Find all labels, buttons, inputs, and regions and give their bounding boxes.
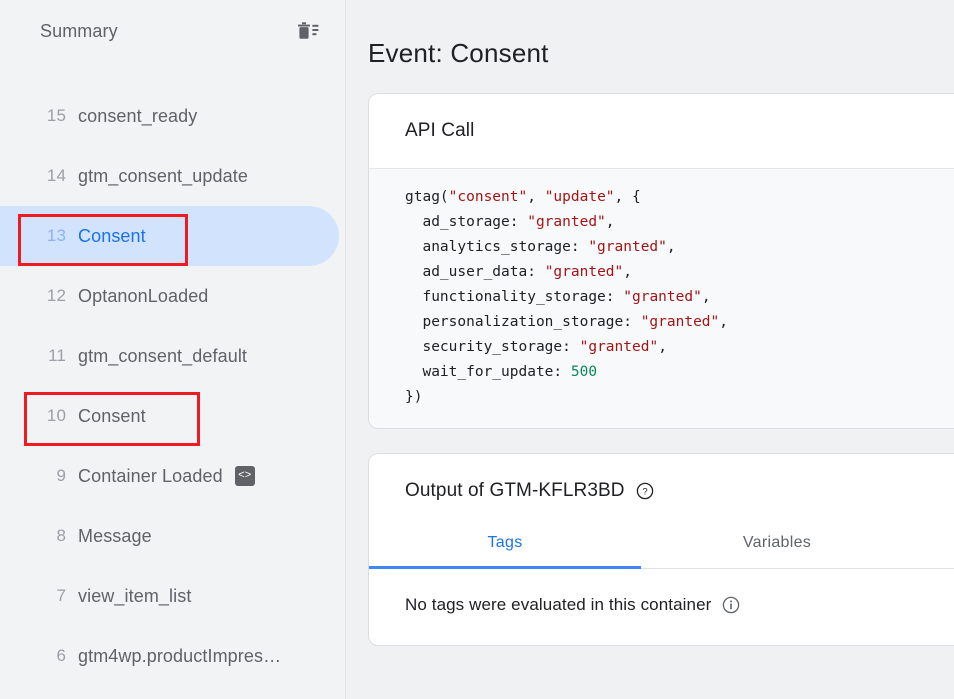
event-label: view_item_list [78,586,191,607]
event-label: Consent [78,226,146,247]
api-call-code: gtag("consent", "update", { ad_storage: … [405,185,954,410]
event-row[interactable]: 9 Container Loaded <> [0,446,345,506]
clear-trash-icon[interactable] [295,18,321,44]
event-number: 14 [24,166,66,186]
event-label: gtm4wp.productImpres… [78,646,281,667]
tab-tags[interactable]: Tags [369,524,641,568]
info-circle-icon[interactable] [722,596,740,614]
event-number: 15 [24,106,66,126]
api-call-code-block: gtag("consent", "update", { ad_storage: … [369,168,954,428]
event-number: 11 [24,346,66,366]
event-label: Container Loaded [78,466,223,487]
output-empty-message: No tags were evaluated in this container [405,595,711,615]
event-row[interactable]: 7 view_item_list [0,566,345,626]
code-brackets-icon[interactable]: <> [235,466,255,486]
event-number: 9 [24,466,66,486]
event-row[interactable]: 6 gtm4wp.productImpres… [0,626,345,686]
sidebar-title: Summary [40,21,295,42]
page-title: Event: Consent [368,38,954,69]
event-label: Consent [78,406,146,427]
event-label: gtm_consent_update [78,166,248,187]
output-card-title: Output of GTM-KFLR3BD [405,480,625,502]
event-label: OptanonLoaded [78,286,208,307]
svg-text:?: ? [642,487,647,498]
tab-variables[interactable]: Variables [641,524,913,568]
event-number: 7 [24,586,66,606]
event-row[interactable]: 12 OptanonLoaded [0,266,345,326]
event-list: 15 consent_ready 14 gtm_consent_update 13 Con… [0,62,345,686]
event-row[interactable]: 10 Consent [0,386,345,446]
gtm-preview-window: Summary 15 consent_ready 14 gtm_consent_upd… [0,0,954,699]
output-empty-state: No tags were evaluated in this container [369,569,954,645]
event-row[interactable]: 13 Consent [0,206,339,266]
sidebar-header: Summary [0,0,345,62]
event-number: 13 [24,226,66,246]
api-call-title: API Call [369,94,954,168]
event-number: 8 [24,526,66,546]
event-row[interactable]: 15 consent_ready [0,86,345,146]
api-call-card: API Call gtag("consent", "update", { ad_… [368,93,954,429]
output-card-header: Output of GTM-KFLR3BD ? [369,454,954,524]
event-row[interactable]: 11 gtm_consent_default [0,326,345,386]
help-circle-icon[interactable]: ? [636,482,654,500]
event-label: gtm_consent_default [78,346,247,367]
event-number: 12 [24,286,66,306]
output-card: Output of GTM-KFLR3BD ? Tags Variables N… [368,453,954,646]
event-row[interactable]: 14 gtm_consent_update [0,146,345,206]
event-number: 10 [24,406,66,426]
event-number: 6 [24,646,66,666]
event-row[interactable]: 8 Message [0,506,345,566]
main-panel: Event: Consent API Call gtag("consent", … [346,0,954,699]
output-tabs: Tags Variables [369,524,954,569]
summary-sidebar: Summary 15 consent_ready 14 gtm_consent_upd… [0,0,346,699]
event-label: consent_ready [78,106,197,127]
event-label: Message [78,526,152,547]
